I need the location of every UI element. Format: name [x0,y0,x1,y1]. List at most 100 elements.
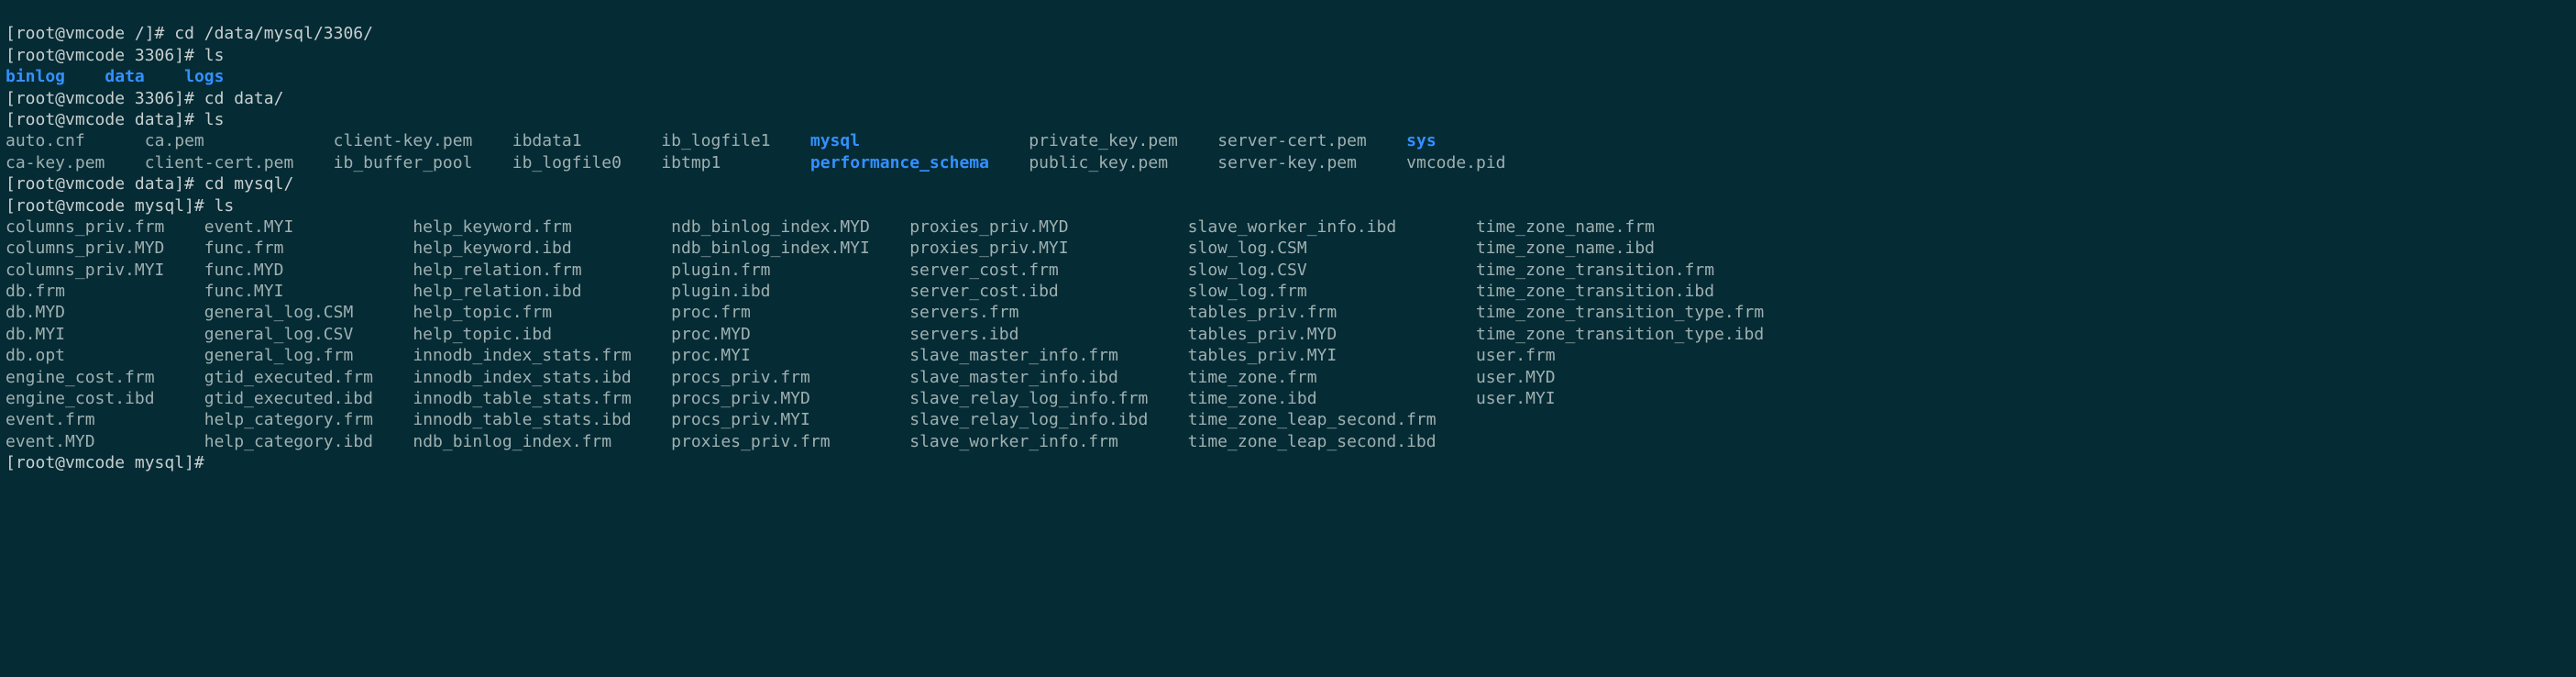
typed-command: cd data/ [204,89,284,108]
file-entry: help_keyword.frm [413,217,571,237]
file-entry: time_zone_leap_second.ibd [1188,432,1437,451]
command-line[interactable]: [root@vmcode 3306]# ls [6,45,2570,66]
file-entry: proxies_priv.MYI [909,239,1068,258]
file-entry: help_topic.frm [413,303,552,322]
file-entry: server_cost.frm [909,261,1059,280]
file-entry: slow_log.frm [1188,282,1307,301]
file-entry: help_relation.ibd [413,282,581,301]
command-line[interactable]: [root@vmcode 3306]# cd data/ [6,88,2570,109]
file-entry: slave_relay_log_info.ibd [909,410,1148,429]
file-entry: time_zone_transition.frm [1476,261,1714,280]
file-entry: event.MYI [204,217,294,237]
file-entry: slave_worker_info.ibd [1188,217,1397,237]
command-line[interactable]: [root@vmcode data]# ls [6,109,2570,130]
file-entry: db.MYD [6,303,65,322]
file-entry: ca-key.pem [6,153,105,172]
file-entry: columns_priv.MYI [6,261,164,280]
file-entry: procs_priv.MYD [671,389,810,408]
terminal[interactable]: [root@vmcode /]# cd /data/mysql/3306/[ro… [0,21,2576,479]
file-entry: ib_buffer_pool [334,153,473,172]
command-line[interactable]: [root@vmcode mysql]# [6,452,2570,474]
shell-prompt: [root@vmcode mysql]# [6,453,215,472]
file-entry: proc.MYD [671,325,751,344]
file-entry: auto.cnf [6,131,85,150]
shell-prompt: [root@vmcode mysql]# [6,196,215,216]
file-entry: innodb_table_stats.ibd [413,410,631,429]
file-entry: tables_priv.frm [1188,303,1338,322]
file-entry: func.frm [204,239,284,258]
file-entry: func.MYD [204,261,284,280]
file-entry: slave_master_info.frm [909,346,1118,365]
ls-output-row: auto.cnf ca.pem client-key.pem ibdata1 i… [6,130,2570,151]
file-entry: server-cert.pem [1217,131,1367,150]
file-entry: help_keyword.ibd [413,239,571,258]
directory-entry: logs [184,67,224,86]
ls-output-row: columns_priv.MYI func.MYD help_relation.… [6,260,2570,281]
typed-command: cd mysql/ [204,174,294,194]
file-entry: engine_cost.ibd [6,389,155,408]
ls-output-row: db.opt general_log.frm innodb_index_stat… [6,345,2570,366]
file-entry: gtid_executed.frm [204,368,373,387]
typed-command: ls [215,196,235,216]
shell-prompt: [root@vmcode data]# [6,174,204,194]
file-entry: columns_priv.frm [6,217,164,237]
file-entry: slave_master_info.ibd [909,368,1118,387]
file-entry: ib_logfile1 [661,131,770,150]
file-entry: slow_log.CSM [1188,239,1307,258]
file-entry: slow_log.CSV [1188,261,1307,280]
file-entry: time_zone_transition_type.ibd [1476,325,1764,344]
file-entry: plugin.frm [671,261,770,280]
file-entry: proc.frm [671,303,751,322]
shell-prompt: [root@vmcode /]# [6,24,174,43]
ls-output-row: db.MYI general_log.CSV help_topic.ibd pr… [6,324,2570,345]
command-line[interactable]: [root@vmcode /]# cd /data/mysql/3306/ [6,23,2570,44]
file-entry: user.frm [1476,346,1556,365]
cursor [215,452,225,471]
file-entry: servers.ibd [909,325,1018,344]
file-entry: db.frm [6,282,65,301]
shell-prompt: [root@vmcode 3306]# [6,46,204,65]
command-line[interactable]: [root@vmcode data]# cd mysql/ [6,173,2570,194]
file-entry: tables_priv.MYI [1188,346,1338,365]
file-entry: server-key.pem [1217,153,1357,172]
file-entry: ibtmp1 [661,153,721,172]
file-entry: func.MYI [204,282,284,301]
file-entry: private_key.pem [1029,131,1178,150]
file-entry: proxies_priv.frm [671,432,830,451]
file-entry: time_zone_transition.ibd [1476,282,1714,301]
ls-output-row: engine_cost.ibd gtid_executed.ibd innodb… [6,388,2570,409]
file-entry: server_cost.ibd [909,282,1059,301]
directory-entry: mysql [810,131,860,150]
file-entry: time_zone.ibd [1188,389,1317,408]
file-entry: tables_priv.MYD [1188,325,1338,344]
ls-output-row: db.MYD general_log.CSM help_topic.frm pr… [6,302,2570,323]
file-entry: ndb_binlog_index.MYD [671,217,870,237]
command-line[interactable]: [root@vmcode mysql]# ls [6,195,2570,216]
directory-entry: performance_schema [810,153,989,172]
file-entry: ndb_binlog_index.frm [413,432,611,451]
file-entry: help_topic.ibd [413,325,552,344]
file-entry: event.MYD [6,432,95,451]
ls-output-row: engine_cost.frm gtid_executed.frm innodb… [6,367,2570,388]
file-entry: vmcode.pid [1406,153,1505,172]
file-entry: help_category.ibd [204,432,373,451]
file-entry: db.opt [6,346,65,365]
typed-command: cd /data/mysql/3306/ [174,24,373,43]
file-entry: time_zone_leap_second.frm [1188,410,1437,429]
ls-output-row: ca-key.pem client-cert.pem ib_buffer_poo… [6,152,2570,173]
ls-output-row: event.frm help_category.frm innodb_table… [6,409,2570,430]
file-entry: general_log.CSM [204,303,354,322]
file-entry: help_relation.frm [413,261,581,280]
file-entry: ib_logfile0 [512,153,622,172]
file-entry: plugin.ibd [671,282,770,301]
file-entry: innodb_table_stats.frm [413,389,631,408]
file-entry: client-cert.pem [145,153,294,172]
ls-output-row: columns_priv.frm event.MYI help_keyword.… [6,216,2570,238]
file-entry: slave_worker_info.frm [909,432,1118,451]
file-entry: time_zone_transition_type.frm [1476,303,1764,322]
file-entry: general_log.CSV [204,325,354,344]
file-entry: procs_priv.MYI [671,410,810,429]
file-entry: time_zone_name.ibd [1476,239,1655,258]
file-entry: event.frm [6,410,95,429]
file-entry: general_log.frm [204,346,354,365]
